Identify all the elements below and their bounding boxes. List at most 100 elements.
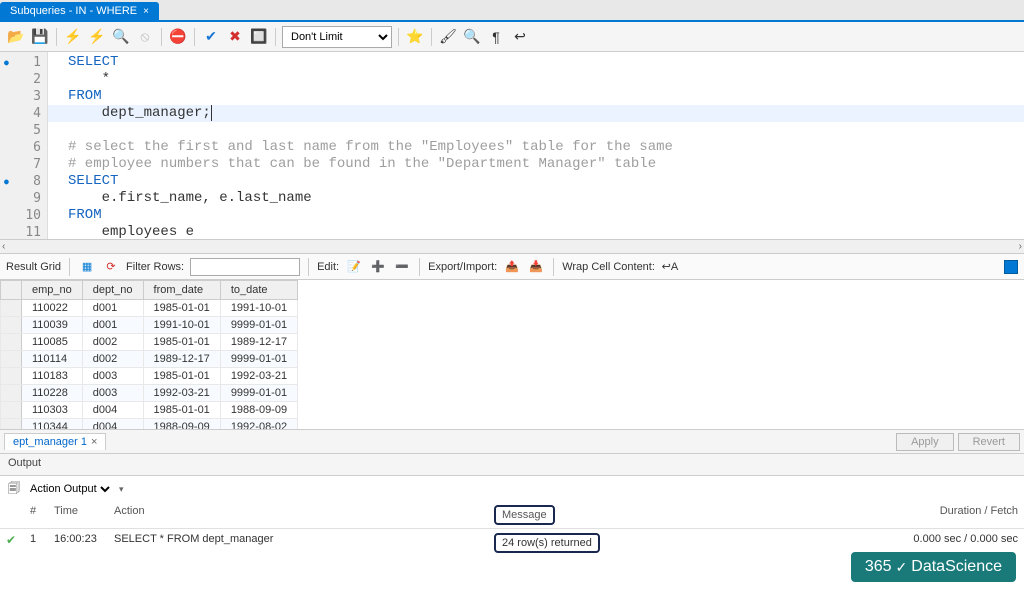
table-cell[interactable]: 1985-01-01 [143,334,220,351]
table-cell[interactable]: 9999-01-01 [220,317,297,334]
table-cell[interactable]: 1992-03-21 [220,368,297,385]
wrap-icon[interactable]: ↩A [661,258,679,276]
out-time: 16:00:23 [48,529,108,557]
sql-editor[interactable]: 1234567891011 SELECT *FROM dept_manager;… [0,52,1024,240]
import-icon[interactable]: 📥 [527,258,545,276]
table-cell[interactable]: d002 [82,334,143,351]
main-toolbar: 📂 💾 ⚡ ⚡ 🔍 ⦸ ⛔ ✔ ✖ 🔲 Don't Limit ⭐ 🖌 🔍 ¶ … [0,22,1024,52]
table-cell[interactable]: 1985-01-01 [143,402,220,419]
table-cell[interactable]: 110228 [22,385,83,402]
table-cell[interactable]: 1988-09-09 [143,419,220,431]
panel-toggle-icon[interactable] [1004,260,1018,274]
table-cell[interactable]: d003 [82,368,143,385]
separator [56,28,57,46]
table-cell[interactable]: 110183 [22,368,83,385]
column-header[interactable]: to_date [220,281,297,300]
column-header[interactable]: emp_no [22,281,83,300]
autocommit-icon[interactable]: 🔲 [249,27,269,47]
separator [69,258,70,276]
table-cell[interactable]: d001 [82,317,143,334]
table-cell[interactable]: 9999-01-01 [220,385,297,402]
table-cell[interactable]: 110039 [22,317,83,334]
delete-row-icon[interactable]: ➖ [393,258,411,276]
add-row-icon[interactable]: ➕ [369,258,387,276]
table-cell[interactable]: d004 [82,402,143,419]
table-cell[interactable]: 1992-08-02 [220,419,297,431]
table-cell[interactable]: 1989-12-17 [143,351,220,368]
table-cell[interactable]: 1992-03-21 [143,385,220,402]
close-icon[interactable]: × [143,6,149,17]
column-header[interactable]: from_date [143,281,220,300]
word-wrap-icon[interactable]: ↩ [510,27,530,47]
separator [194,28,195,46]
rollback-icon[interactable]: ✖ [225,27,245,47]
export-icon[interactable]: 📤 [503,258,521,276]
save-icon[interactable]: 💾 [30,27,50,47]
grid-view-icon[interactable]: ▦ [78,258,96,276]
column-header[interactable]: dept_no [82,281,143,300]
table-cell[interactable]: d002 [82,351,143,368]
table-cell[interactable]: d004 [82,419,143,431]
scroll-right-icon[interactable]: › [1019,241,1022,252]
document-tab[interactable]: Subqueries - IN - WHERE × [0,2,159,20]
table-row[interactable]: 110228d0031992-03-219999-01-01 [1,385,298,402]
stop-on-error-icon[interactable]: ⛔ [168,27,188,47]
table-cell[interactable]: 110085 [22,334,83,351]
table-cell[interactable]: 9999-01-01 [220,351,297,368]
beautify-icon[interactable]: ⭐ [405,27,425,47]
result-tab-label: ept_manager 1 [13,436,87,448]
table-row[interactable]: 110303d0041985-01-011988-09-09 [1,402,298,419]
brush-icon[interactable]: 🖌 [438,27,458,47]
col-time: Time [48,502,108,529]
commit-icon[interactable]: ✔ [201,27,221,47]
table-row[interactable]: 110039d0011991-10-019999-01-01 [1,317,298,334]
table-cell[interactable]: 1991-10-01 [220,300,297,317]
editor-scrollbar[interactable]: ‹ › [0,240,1024,254]
table-row[interactable]: 110183d0031985-01-011992-03-21 [1,368,298,385]
execute-current-icon[interactable]: ⚡ [87,27,107,47]
result-tab-bar: ept_manager 1 × Apply Revert [0,430,1024,454]
export-label: Export/Import: [428,261,497,273]
out-num: 1 [24,529,48,557]
separator [431,28,432,46]
table-row[interactable]: 110022d0011985-01-011991-10-01 [1,300,298,317]
close-icon[interactable]: × [91,436,97,448]
separator [161,28,162,46]
table-cell[interactable]: 110303 [22,402,83,419]
search-icon[interactable]: 🔍 [462,27,482,47]
output-mode-icon[interactable]: 🗐 [8,479,20,500]
table-cell[interactable]: d001 [82,300,143,317]
table-cell[interactable]: 110344 [22,419,83,431]
output-mode-select[interactable]: Action Output [26,482,113,496]
refresh-icon[interactable]: ⟳ [102,258,120,276]
table-row[interactable]: 110114d0021989-12-179999-01-01 [1,351,298,368]
scroll-left-icon[interactable]: ‹ [2,241,5,252]
table-row[interactable]: 110085d0021985-01-011989-12-17 [1,334,298,351]
code-area[interactable]: SELECT *FROM dept_manager; # select the … [48,52,1024,239]
table-cell[interactable]: 1991-10-01 [143,317,220,334]
explain-icon[interactable]: 🔍 [111,27,131,47]
result-tab[interactable]: ept_manager 1 × [4,433,106,450]
out-message: 24 row(s) returned [494,533,600,553]
limit-select[interactable]: Don't Limit [282,26,392,48]
result-grid[interactable]: emp_nodept_nofrom_dateto_date110022d0011… [0,280,1024,430]
table-cell[interactable]: 1985-01-01 [143,368,220,385]
open-icon[interactable]: 📂 [6,27,26,47]
table-cell[interactable]: 110114 [22,351,83,368]
edit-icon[interactable]: 📝 [345,258,363,276]
table-cell[interactable]: 1989-12-17 [220,334,297,351]
filter-rows-label: Filter Rows: [126,261,184,273]
stop-icon[interactable]: ⦸ [135,27,155,47]
output-mode-row: 🗐 Action Output ▾ [0,476,1024,502]
table-cell[interactable]: 1988-09-09 [220,402,297,419]
table-cell[interactable]: 1985-01-01 [143,300,220,317]
table-cell[interactable]: d003 [82,385,143,402]
revert-button[interactable]: Revert [958,433,1020,451]
filter-input[interactable] [190,258,300,276]
table-cell[interactable]: 110022 [22,300,83,317]
execute-icon[interactable]: ⚡ [63,27,83,47]
apply-button[interactable]: Apply [896,433,954,451]
table-row[interactable]: 110344d0041988-09-091992-08-02 [1,419,298,431]
invisible-chars-icon[interactable]: ¶ [486,27,506,47]
separator [398,28,399,46]
